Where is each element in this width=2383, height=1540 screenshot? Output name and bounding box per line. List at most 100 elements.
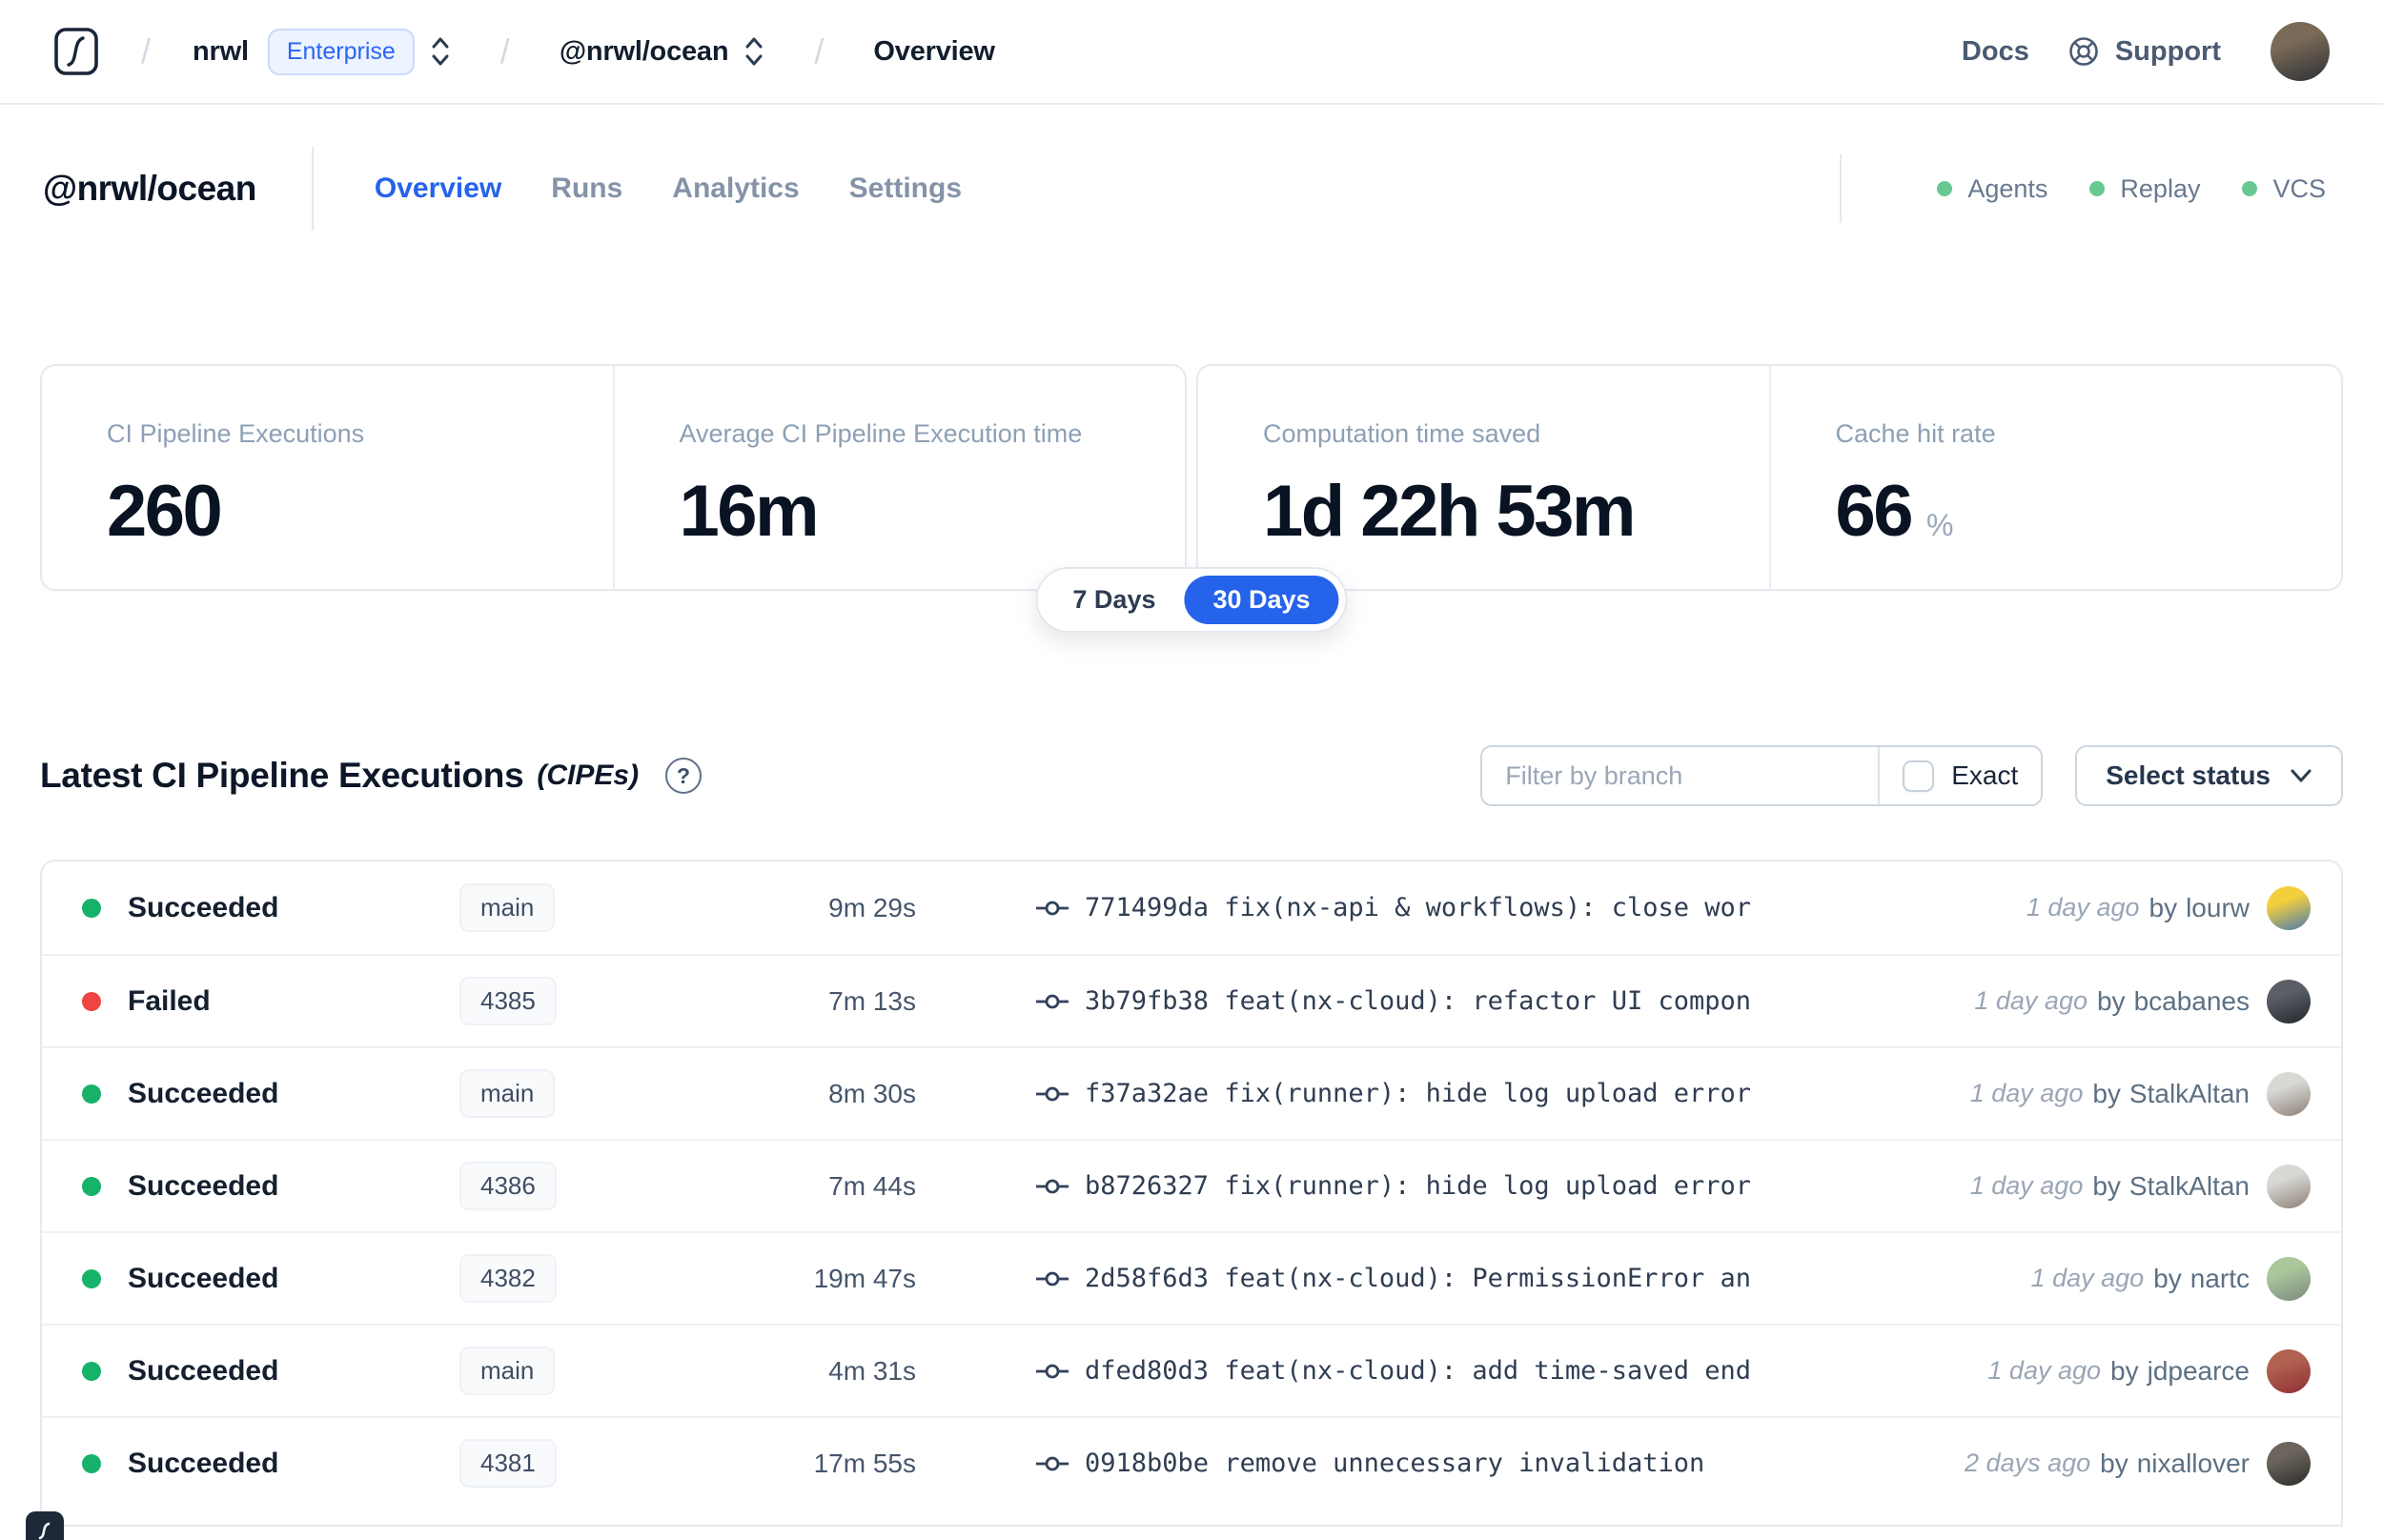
time-ago: 1 day ago (2026, 893, 2140, 922)
replay-status-dot (2089, 181, 2106, 196)
status-label: Failed (128, 984, 211, 1017)
status-label: Succeeded (128, 1354, 279, 1387)
plan-badge[interactable]: Enterprise (267, 28, 415, 75)
author: jdpearce (2147, 1355, 2250, 1386)
docs-link[interactable]: Docs (1962, 36, 2029, 68)
tab-analytics[interactable]: Analytics (672, 172, 799, 205)
floating-logo-button[interactable] (26, 1511, 64, 1540)
top-bar: / nrwl Enterprise / @nrwl/ocean / Overvi… (0, 0, 2383, 105)
tab-runs[interactable]: Runs (551, 172, 622, 205)
workspace-header: @nrwl/ocean Overview Runs Analytics Sett… (0, 105, 2383, 273)
branch-filter-group: Exact (1480, 745, 2044, 806)
exact-label: Exact (1951, 760, 2019, 790)
branch-filter-input[interactable] (1482, 747, 1879, 804)
commit-text: 771499da fix(nx-api & workflows): close … (1085, 893, 1750, 922)
service-status-replay[interactable]: Replay (2089, 174, 2200, 204)
status-label: Succeeded (128, 1077, 279, 1109)
tab-settings[interactable]: Settings (849, 172, 962, 205)
branch-badge[interactable]: 4381 (459, 1439, 557, 1488)
cipe-section-header: Latest CI Pipeline Executions (CIPEs) ? … (40, 745, 2343, 806)
lifebuoy-icon (2069, 37, 2098, 66)
stat-card-right: Computation time saved 1d 22h 53m Cache … (1196, 364, 2343, 591)
branch-badge[interactable]: 4386 (459, 1162, 557, 1210)
commit-text: 3b79fb38 feat(nx-cloud): refactor UI com… (1085, 986, 1750, 1016)
support-link[interactable]: Support (2066, 33, 2221, 70)
duration: 7m 44s (828, 1170, 916, 1201)
author-avatar (2267, 979, 2311, 1023)
table-row[interactable]: Succeeded 4382 19m 47s 2d58f6d3 feat(nx-… (42, 1231, 2341, 1324)
stat-ci-pipeline-executions: CI Pipeline Executions 260 (107, 419, 365, 552)
user-avatar[interactable] (2271, 22, 2330, 81)
author: StalkAltan (2128, 1170, 2250, 1201)
status-dot (82, 991, 101, 1011)
tab-overview[interactable]: Overview (375, 172, 501, 205)
time-ago: 1 day ago (2030, 1264, 2145, 1292)
time-ago: 1 day ago (1974, 986, 2088, 1015)
table-row[interactable]: Succeeded main 9m 29s 771499da fix(nx-ap… (42, 861, 2341, 954)
divider (1840, 154, 1843, 223)
stat-average-execution-time: Average CI Pipeline Execution time 16m (612, 366, 1186, 589)
exact-checkbox[interactable] (1903, 760, 1935, 792)
commit-text: 0918b0be remove unnecessary invalidation (1085, 1449, 1705, 1478)
branch-badge[interactable]: 4382 (459, 1254, 557, 1303)
duration: 19m 47s (813, 1263, 916, 1293)
author-avatar (2267, 1348, 2311, 1393)
table-row[interactable]: Succeeded main 8m 30s f37a32ae fix(runne… (42, 1046, 2341, 1139)
status-select-button[interactable]: Select status (2075, 745, 2343, 806)
stat-card-left: CI Pipeline Executions 260 Average CI Pi… (40, 364, 1187, 591)
table-row[interactable]: Succeeded 4381 17m 55s 0918b0be remove u… (42, 1416, 2341, 1509)
time-ago: 2 days ago (1965, 1449, 2091, 1477)
breadcrumb-separator: / (499, 31, 510, 71)
branch-badge[interactable]: main (459, 1069, 556, 1118)
branch-badge[interactable]: main (459, 1347, 556, 1395)
commit-icon (1036, 1179, 1069, 1193)
time-ago: 1 day ago (1987, 1356, 2102, 1385)
status-label: Succeeded (128, 1262, 279, 1294)
nx-cloud-logo-icon[interactable] (53, 27, 99, 76)
breadcrumb-workspace[interactable]: @nrwl/ocean (560, 36, 729, 68)
status-label: Succeeded (128, 1447, 279, 1479)
commit-text: dfed80d3 feat(nx-cloud): add time-saved … (1085, 1356, 1750, 1386)
breadcrumb-separator: / (814, 31, 825, 71)
branch-badge[interactable]: 4385 (459, 977, 557, 1025)
commit-icon (1036, 1364, 1069, 1378)
section-title: Latest CI Pipeline Executions (40, 756, 524, 795)
commit-icon (1036, 1086, 1069, 1101)
duration: 17m 55s (813, 1448, 916, 1478)
workspace-title: @nrwl/ocean (43, 169, 256, 208)
author: bcabanes (2133, 985, 2250, 1016)
divider (311, 147, 314, 231)
status-dot (82, 1361, 101, 1381)
workspace-switcher-icon[interactable] (743, 35, 764, 68)
time-ago: 1 day ago (1969, 1079, 2084, 1107)
commit-icon (1036, 901, 1069, 915)
commit-text: b8726327 fix(runner): hide log upload er… (1085, 1171, 1750, 1201)
org-switcher-icon[interactable] (430, 35, 451, 68)
status-label: Succeeded (128, 891, 279, 923)
help-icon[interactable]: ? (665, 758, 703, 794)
duration: 8m 30s (828, 1078, 916, 1108)
workspace-tabs: Overview Runs Analytics Settings (375, 172, 962, 205)
branch-badge[interactable]: main (459, 883, 556, 932)
commit-icon (1036, 1271, 1069, 1286)
nx-cloud-dashboard: / nrwl Enterprise / @nrwl/ocean / Overvi… (0, 0, 2383, 1540)
table-row[interactable]: Succeeded main 4m 31s dfed80d3 feat(nx-c… (42, 1324, 2341, 1416)
service-status-vcs[interactable]: VCS (2242, 174, 2326, 204)
service-status-agents[interactable]: Agents (1937, 174, 2047, 204)
status-dot (82, 898, 101, 918)
breadcrumb-org[interactable]: nrwl (193, 36, 249, 68)
status-label: Succeeded (128, 1169, 279, 1202)
author: nixallover (2136, 1448, 2250, 1478)
agents-status-dot (1937, 181, 1953, 196)
commit-icon (1036, 994, 1069, 1008)
status-dot (82, 1453, 101, 1473)
author-avatar (2267, 885, 2311, 930)
breadcrumb-page: Overview (873, 35, 995, 67)
author: nartc (2190, 1263, 2250, 1293)
stat-cache-hit-rate: Cache hit rate 66% (1768, 366, 2342, 589)
range-30-days[interactable]: 30 Days (1184, 576, 1339, 624)
range-7-days[interactable]: 7 Days (1044, 576, 1184, 624)
table-row[interactable]: Failed 4385 7m 13s 3b79fb38 feat(nx-clou… (42, 954, 2341, 1046)
vcs-status-dot (2242, 181, 2258, 196)
table-row[interactable]: Succeeded 4386 7m 44s b8726327 fix(runne… (42, 1139, 2341, 1231)
